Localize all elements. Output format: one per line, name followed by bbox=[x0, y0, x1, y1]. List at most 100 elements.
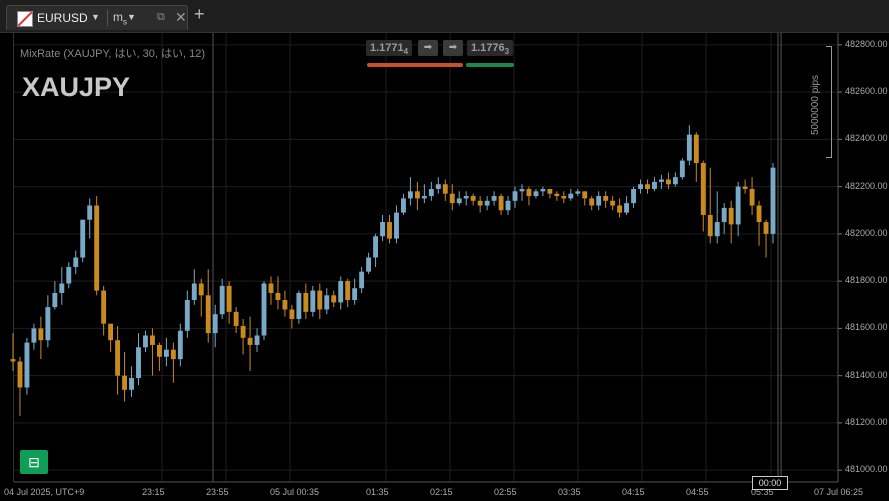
candle-body bbox=[129, 378, 134, 390]
candle bbox=[380, 214, 385, 241]
sell-arrow-icon[interactable]: ➡ bbox=[418, 40, 438, 56]
candle bbox=[359, 266, 365, 293]
candle-body bbox=[407, 191, 413, 199]
price-tick-label: 481000.00 bbox=[845, 464, 888, 475]
candle-body bbox=[143, 335, 148, 348]
candle bbox=[261, 281, 267, 341]
ask-price[interactable]: 1.17763 bbox=[467, 40, 514, 56]
candle bbox=[31, 323, 37, 350]
candle-body bbox=[310, 290, 316, 312]
candle bbox=[631, 186, 636, 208]
candle bbox=[624, 196, 630, 215]
candle bbox=[735, 181, 741, 237]
candle bbox=[707, 167, 713, 244]
candle-body bbox=[631, 188, 636, 204]
candle-body bbox=[526, 188, 532, 197]
candle-body bbox=[645, 184, 650, 189]
candle bbox=[435, 177, 441, 194]
price-tick-label: 482800.00 bbox=[845, 38, 888, 49]
candle-body bbox=[749, 188, 755, 206]
candle bbox=[686, 125, 692, 166]
candle-body bbox=[561, 196, 567, 199]
candle bbox=[373, 233, 379, 267]
candle-body bbox=[401, 198, 406, 213]
bid-bar bbox=[367, 63, 463, 67]
candle-body bbox=[652, 181, 657, 189]
candle-body bbox=[205, 295, 211, 334]
candle bbox=[163, 337, 169, 367]
candle bbox=[247, 316, 253, 371]
candle-body bbox=[735, 186, 741, 225]
candle bbox=[401, 193, 406, 215]
time-tick-label: 07 Jul 06:25 bbox=[814, 487, 864, 497]
candle-body bbox=[568, 193, 574, 199]
candle bbox=[184, 290, 190, 338]
pips-bracket bbox=[826, 46, 832, 158]
candle-body bbox=[659, 179, 664, 182]
candle bbox=[589, 196, 595, 211]
candle-body bbox=[442, 184, 448, 194]
candle-body bbox=[296, 292, 302, 319]
candle-body bbox=[247, 337, 253, 345]
candle-body bbox=[10, 359, 16, 362]
candle-body bbox=[624, 203, 630, 213]
time-tick-label: 05 Jul 00:35 bbox=[270, 487, 320, 497]
candle bbox=[505, 196, 511, 215]
candle bbox=[87, 198, 93, 239]
chart-canvas bbox=[10, 33, 842, 483]
candle-body bbox=[282, 300, 288, 310]
candle-body bbox=[170, 349, 176, 360]
candle bbox=[115, 326, 121, 395]
candle-body bbox=[582, 191, 588, 199]
candle-body bbox=[24, 342, 30, 388]
price-tick-label: 481800.00 bbox=[845, 275, 888, 286]
candle bbox=[672, 172, 678, 187]
price-tick-label: 481600.00 bbox=[845, 322, 888, 333]
candle bbox=[240, 318, 246, 355]
candle bbox=[498, 193, 504, 215]
candle-body bbox=[547, 188, 553, 194]
candle-body bbox=[665, 179, 671, 185]
candle bbox=[52, 281, 58, 310]
candle-body bbox=[45, 307, 51, 341]
candle-body bbox=[317, 290, 323, 310]
buy-arrow-icon[interactable]: ➡ bbox=[443, 40, 463, 56]
candle bbox=[170, 342, 176, 383]
candle bbox=[763, 219, 769, 258]
candle bbox=[756, 200, 762, 246]
candle-body bbox=[212, 314, 218, 334]
candle-body bbox=[115, 340, 121, 376]
time-tick-label: 03:35 bbox=[558, 487, 581, 497]
candle bbox=[205, 269, 211, 343]
candle-body bbox=[512, 191, 518, 201]
candle-body bbox=[714, 222, 720, 237]
candle bbox=[282, 290, 288, 317]
candle-body bbox=[700, 162, 706, 215]
candle bbox=[317, 283, 323, 319]
candle bbox=[17, 356, 23, 416]
bid-price[interactable]: 1.17714 bbox=[366, 40, 413, 56]
candle bbox=[233, 307, 239, 334]
symbol-watermark: XAUJPY bbox=[22, 72, 131, 102]
candle-body bbox=[421, 196, 427, 199]
candle-body bbox=[672, 177, 678, 185]
candle-body bbox=[554, 193, 560, 197]
candle bbox=[477, 196, 483, 213]
candle bbox=[331, 290, 337, 308]
candle bbox=[456, 191, 462, 206]
candle-body bbox=[108, 323, 114, 341]
candle bbox=[366, 252, 372, 275]
candle bbox=[303, 283, 309, 319]
time-tick-label: 23:55 bbox=[206, 487, 229, 497]
price-tick-label: 482000.00 bbox=[845, 227, 888, 238]
candle-body bbox=[491, 196, 497, 201]
candle-body bbox=[303, 292, 309, 312]
candle-body bbox=[150, 335, 155, 345]
ask-main: 1.1776 bbox=[471, 42, 505, 54]
time-tick-label: 04 Jul 2025, UTC+9 bbox=[4, 487, 85, 497]
candle bbox=[491, 191, 497, 206]
candle-body bbox=[387, 222, 392, 239]
robot-icon[interactable]: ⊟ bbox=[20, 450, 48, 474]
candle-body bbox=[693, 134, 699, 163]
candle bbox=[679, 158, 685, 180]
